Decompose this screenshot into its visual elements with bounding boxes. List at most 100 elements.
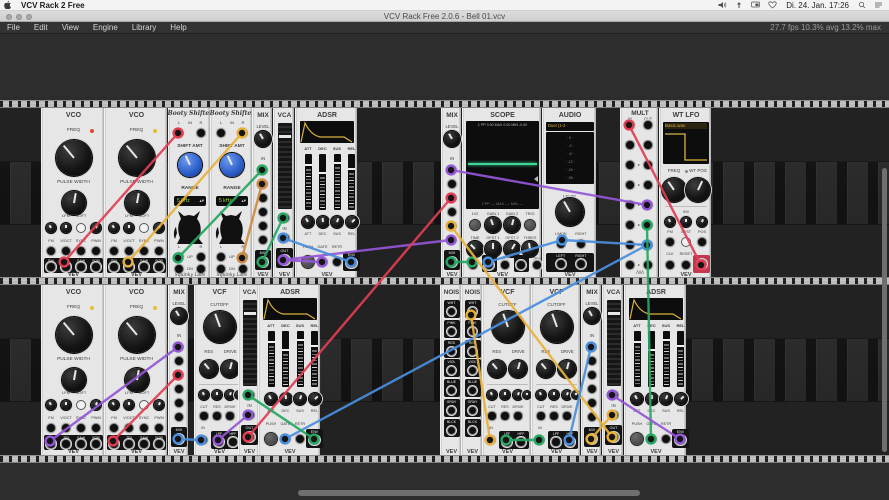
drive-cv-port[interactable] — [562, 411, 571, 420]
filter-input-port[interactable] — [198, 435, 208, 445]
retrigger-input-port[interactable] — [295, 434, 305, 444]
pos-atten-knob[interactable] — [697, 217, 707, 227]
apple-logo-icon[interactable] — [4, 1, 11, 9]
soft-sync-button[interactable] — [76, 223, 86, 233]
pink-output-port[interactable] — [447, 327, 456, 336]
slider-handle[interactable] — [268, 341, 275, 343]
shift-amt-knob[interactable] — [178, 153, 202, 177]
res-knob[interactable] — [537, 360, 555, 378]
slider-handle[interactable] — [244, 312, 256, 315]
slider-handle[interactable] — [608, 312, 620, 315]
menu-library[interactable]: Library — [132, 23, 156, 32]
v/oct-input-port[interactable] — [124, 246, 134, 256]
att-slider[interactable] — [305, 154, 312, 210]
vertical-scrollbar[interactable] — [882, 168, 887, 452]
vca-output-port[interactable] — [244, 432, 254, 442]
gate-input-port[interactable] — [280, 434, 290, 444]
sqr-output-port[interactable] — [91, 439, 100, 448]
sin-output-port[interactable] — [109, 439, 118, 448]
soft-sync-button[interactable] — [139, 223, 149, 233]
slider-handle[interactable] — [282, 349, 289, 351]
scope-port-out1[interactable] — [484, 260, 494, 270]
cv-input-port[interactable] — [244, 390, 254, 400]
fm-atten-knob[interactable] — [109, 223, 119, 233]
dec-knob[interactable] — [646, 393, 658, 405]
search-icon[interactable] — [858, 1, 866, 9]
mix-input-port-3[interactable] — [587, 370, 597, 380]
att-knob[interactable] — [302, 216, 314, 228]
scope-port-in1[interactable] — [468, 260, 478, 270]
sync-input-port[interactable] — [76, 246, 86, 256]
tri-output-port[interactable] — [61, 262, 70, 271]
slider-handle[interactable] — [348, 168, 355, 170]
level-knob[interactable] — [556, 198, 584, 226]
vca-output-port[interactable] — [279, 255, 289, 265]
mix-input-port-3[interactable] — [174, 370, 184, 380]
drive-cv-knob[interactable] — [513, 390, 523, 400]
gain1-knob[interactable] — [485, 217, 501, 233]
lpf-output-port[interactable] — [214, 437, 223, 446]
gate-input-port[interactable] — [646, 434, 656, 444]
sus-slider[interactable] — [334, 154, 341, 210]
pulse-width-knob[interactable] — [62, 191, 86, 215]
mix-input-port-4[interactable] — [174, 384, 184, 394]
lpf-output-port[interactable] — [551, 437, 560, 446]
extra-knob[interactable] — [572, 391, 580, 399]
sync-input-port[interactable] — [139, 246, 149, 256]
menubar-clock[interactable]: Di. 24. Jan. 17:26 — [786, 1, 849, 10]
fm-atten-knob[interactable] — [665, 217, 675, 227]
mix-input-port-1[interactable] — [447, 165, 457, 175]
drive-knob[interactable] — [221, 360, 239, 378]
blck-output-port[interactable] — [447, 426, 456, 435]
slider-handle[interactable] — [648, 349, 655, 351]
level-knob[interactable] — [255, 131, 271, 147]
trig-button[interactable] — [525, 220, 535, 230]
env-output-port[interactable] — [346, 258, 356, 268]
channels-button[interactable] — [470, 220, 480, 230]
fm-input-port[interactable] — [665, 237, 675, 247]
extra-knob[interactable] — [523, 391, 531, 399]
range-select[interactable]: 5 kHz▴▾ — [174, 196, 206, 206]
slider-handle[interactable] — [319, 172, 326, 174]
pos-input-port[interactable] — [697, 237, 707, 247]
pink-output-port[interactable] — [468, 327, 477, 336]
cut-cv-knob[interactable] — [536, 390, 546, 400]
mix-input-port-3[interactable] — [258, 193, 268, 203]
lfm-knob[interactable] — [124, 400, 134, 410]
range-select-arrows[interactable]: ▴▾ — [199, 196, 204, 206]
device-display[interactable]: Duet (1-2 — [546, 122, 594, 131]
cut-cv-knob[interactable] — [199, 390, 209, 400]
drive-cv-port[interactable] — [225, 411, 234, 420]
slider-handle[interactable] — [279, 135, 291, 138]
pwm-atten-knob[interactable] — [154, 223, 164, 233]
res-cv-port[interactable] — [549, 411, 558, 420]
freq-knob[interactable] — [56, 140, 92, 176]
pulse-width-knob[interactable] — [125, 368, 149, 392]
fm-input-port[interactable] — [109, 423, 119, 433]
hpf-output-port[interactable] — [228, 437, 237, 446]
mix-input-port-4[interactable] — [587, 384, 597, 394]
time-knob[interactable] — [467, 241, 483, 257]
pwm-atten-knob[interactable] — [91, 223, 101, 233]
mix-input-port-6[interactable] — [258, 235, 268, 245]
slider-handle[interactable] — [677, 345, 684, 347]
dec-slider[interactable] — [319, 154, 326, 210]
dec-knob[interactable] — [317, 216, 329, 228]
soft-sync-button[interactable] — [139, 400, 149, 410]
sin-output-port[interactable] — [109, 262, 118, 271]
att-slider[interactable] — [268, 331, 275, 387]
sin-output-port[interactable] — [46, 439, 55, 448]
scope-port-in2[interactable] — [500, 260, 510, 270]
right-input-port[interactable] — [576, 239, 586, 249]
mix-input-port-2[interactable] — [174, 356, 184, 366]
sus-slider[interactable] — [297, 331, 304, 387]
pwm-input-port[interactable] — [91, 423, 101, 433]
filter-input-port[interactable] — [486, 435, 496, 445]
menu-edit[interactable]: Edit — [34, 23, 48, 32]
sus-knob[interactable] — [294, 393, 306, 405]
freq-knob[interactable] — [119, 140, 155, 176]
level-knob[interactable] — [444, 131, 460, 147]
rel-knob[interactable] — [675, 393, 687, 405]
slider-handle[interactable] — [311, 345, 318, 347]
cv-input-port[interactable] — [279, 213, 289, 223]
